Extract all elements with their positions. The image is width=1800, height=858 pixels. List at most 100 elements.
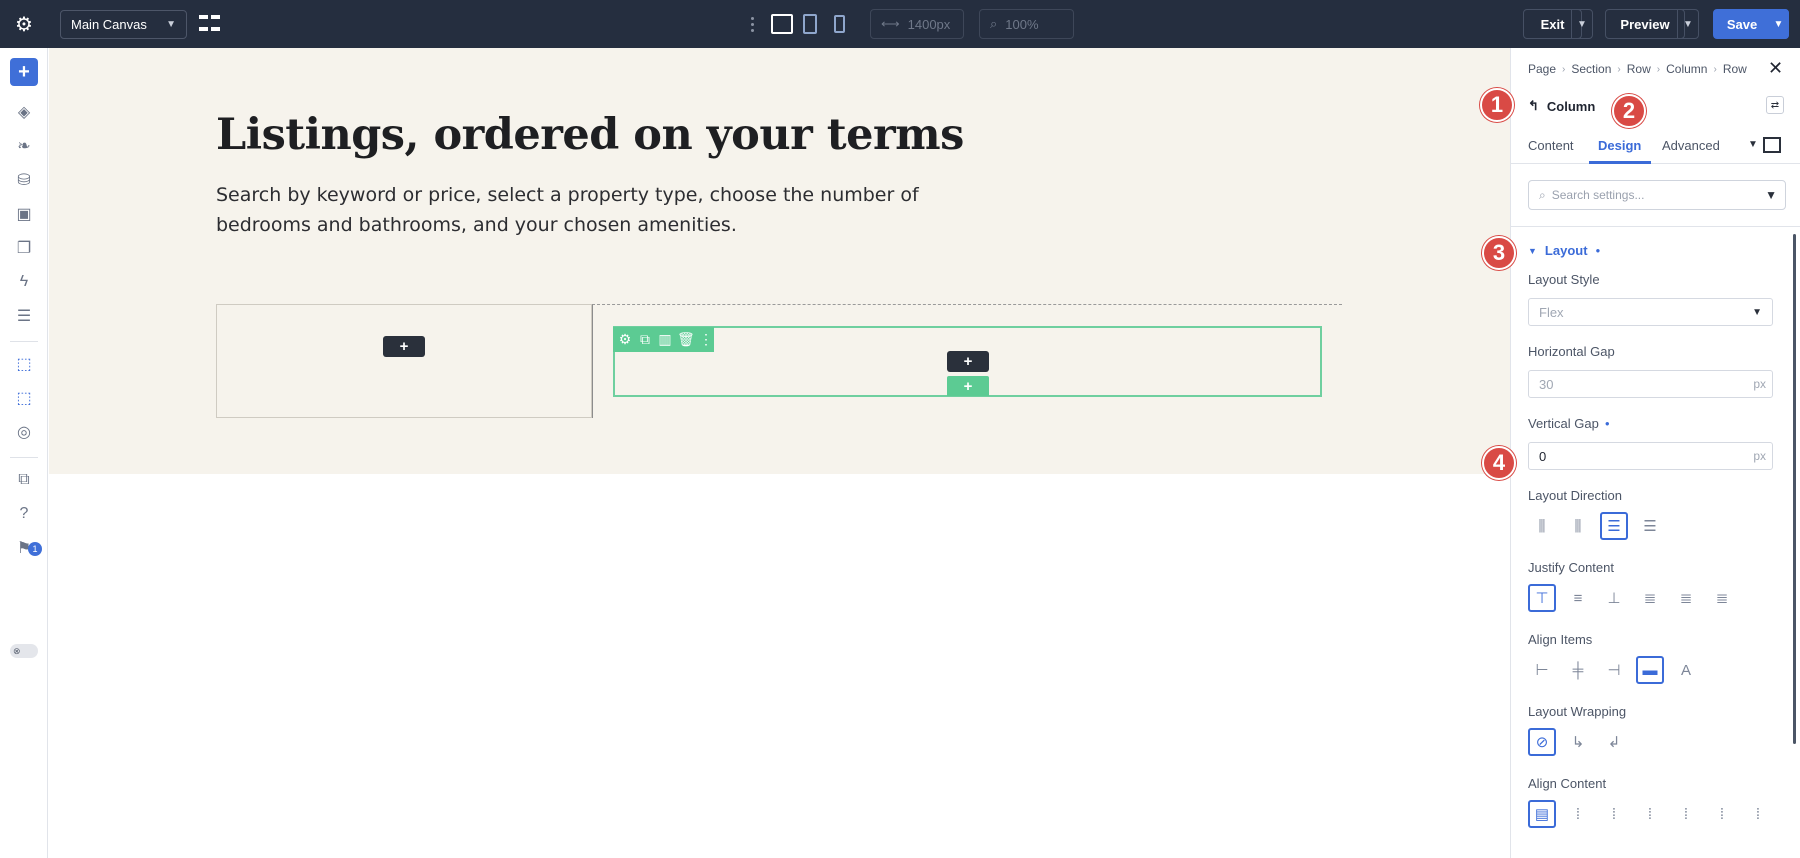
breadcrumb-row[interactable]: Row (1627, 62, 1651, 76)
direction-column-icon[interactable]: ☰ (1600, 512, 1628, 540)
justify-space-around-icon[interactable]: ≣ (1672, 584, 1700, 612)
align-baseline-icon[interactable]: A (1672, 656, 1700, 684)
width-resize-icon: ⟷ (881, 16, 900, 31)
row-delete-icon[interactable]: 🗑 (677, 331, 695, 348)
desktop-view-icon[interactable] (771, 14, 793, 34)
vertical-gap-input[interactable]: 0 px (1528, 442, 1773, 470)
tab-advanced[interactable]: Advanced (1662, 138, 1720, 153)
tab-design[interactable]: Design (1598, 138, 1641, 153)
tablet-view-icon[interactable] (803, 14, 817, 34)
filter-icon[interactable]: ▼ (1765, 188, 1777, 202)
hero-section[interactable]: Listings, ordered on your terms Search b… (49, 48, 1510, 474)
row-more-icon[interactable]: ⋮ (698, 331, 714, 348)
tab-content[interactable]: Content (1528, 138, 1574, 153)
phone-view-icon[interactable] (834, 15, 845, 33)
design-library-icon[interactable]: ❧ (12, 135, 36, 157)
add-module-button[interactable]: + (383, 336, 425, 357)
more-vertical-icon[interactable] (748, 14, 756, 34)
add-module-button[interactable]: + (947, 351, 989, 372)
direction-row-icon[interactable]: ⫼ (1528, 512, 1556, 540)
breadcrumb-column[interactable]: Column (1666, 62, 1707, 76)
align-content-around-icon[interactable]: ⁞ (1672, 800, 1700, 828)
notification-badge: 1 (28, 542, 42, 556)
presets-icon[interactable]: ☰ (12, 305, 36, 327)
layout-style-select[interactable]: Flex ▼ (1528, 298, 1773, 326)
layout-style-label: Layout Style (1528, 272, 1600, 287)
search-icon: ⌕ (1539, 187, 1546, 202)
hover-mode-icon[interactable]: ⬚ (12, 387, 36, 409)
pages-icon[interactable]: ❐ (12, 237, 36, 259)
panel-scrollbar[interactable] (1793, 234, 1796, 744)
tabs-dropdown-icon[interactable]: ▼ (1748, 139, 1758, 150)
top-toolbar: ⚙ Main Canvas ▼ ⟷ 1400px ⌕ 100% Exit ▼ P… (0, 0, 1800, 48)
modified-dot-icon: ● (1604, 419, 1610, 428)
dark-mode-toggle[interactable]: ⊗ (10, 644, 38, 658)
preset-box-icon[interactable] (1763, 137, 1781, 153)
row-columns-icon[interactable]: ▥ (657, 331, 673, 348)
preview-button[interactable]: Preview (1605, 9, 1685, 39)
row-settings-icon[interactable]: ⚙ (617, 331, 633, 348)
theme-builder-icon[interactable]: ▣ (12, 203, 36, 225)
modified-dot-icon: ● (1595, 246, 1601, 255)
database-icon[interactable]: ⛁ (12, 169, 36, 191)
preview-menu-chevron-icon[interactable]: ▼ (1677, 9, 1699, 39)
wrap-icon[interactable]: ↳ (1564, 728, 1592, 756)
help-icon[interactable]: ? (12, 503, 36, 525)
wrap-reverse-icon[interactable]: ↲ (1600, 728, 1628, 756)
justify-center-icon[interactable]: ≡ (1564, 584, 1592, 612)
click-mode-icon[interactable]: ⬚ (12, 353, 36, 375)
settings-search-input[interactable]: ⌕ Search settings... ▼ (1528, 180, 1786, 210)
exit-menu-chevron-icon[interactable]: ▼ (1571, 9, 1593, 39)
align-content-center-icon[interactable]: ⁞ (1564, 800, 1592, 828)
align-start-icon[interactable]: ⊢ (1528, 656, 1556, 684)
search-placeholder: Search settings... (1551, 188, 1645, 202)
align-content-end-icon[interactable]: ⁞ (1600, 800, 1628, 828)
align-center-icon[interactable]: ╪ (1564, 656, 1592, 684)
justify-end-icon[interactable]: ⊥ (1600, 584, 1628, 612)
row-duplicate-icon[interactable]: ⧉ (637, 331, 653, 348)
no-wrap-icon[interactable]: ⊘ (1528, 728, 1556, 756)
hero-heading[interactable]: Listings, ordered on your terms (216, 110, 964, 160)
settings-gear-icon[interactable]: ⚙ (13, 13, 35, 36)
canvas-width-field[interactable]: ⟷ 1400px (870, 9, 964, 39)
sidebar-divider (10, 341, 38, 342)
canvas-select[interactable]: Main Canvas ▼ (60, 10, 187, 39)
add-element-button[interactable]: + (10, 58, 38, 86)
horizontal-gap-unit[interactable]: px (1753, 377, 1766, 391)
align-content-between-icon[interactable]: ⁞ (1636, 800, 1664, 828)
direction-column-reverse-icon[interactable]: ☰ (1636, 512, 1664, 540)
align-content-stretch-icon[interactable]: ⁞ (1744, 800, 1772, 828)
justify-space-between-icon[interactable]: ≣ (1636, 584, 1664, 612)
align-content-evenly-icon[interactable]: ⁞ (1708, 800, 1736, 828)
back-arrow-icon[interactable]: ↰ (1528, 98, 1539, 114)
add-row-button[interactable]: + (947, 376, 989, 396)
breadcrumb-row-current[interactable]: Row (1723, 62, 1747, 76)
zoom-field[interactable]: ⌕ 100% (979, 9, 1074, 39)
align-content-start-icon[interactable]: ▤ (1528, 800, 1556, 828)
breadcrumb-page[interactable]: Page (1528, 62, 1556, 76)
canvas-select-value: Main Canvas (71, 17, 147, 32)
left-column[interactable] (216, 304, 592, 418)
element-header: ↰ Column (1528, 98, 1595, 114)
horizontal-gap-input[interactable]: 30 px (1528, 370, 1773, 398)
portability-icon[interactable]: ⧉ (12, 469, 36, 491)
save-menu-chevron-icon[interactable]: ▼ (1768, 9, 1789, 39)
justify-space-evenly-icon[interactable]: ≣ (1708, 584, 1736, 612)
direction-row-reverse-icon[interactable]: ⫼ (1564, 512, 1592, 540)
lightning-icon[interactable]: ϟ (12, 271, 36, 293)
vertical-gap-unit[interactable]: px (1753, 449, 1766, 463)
align-end-icon[interactable]: ⊣ (1600, 656, 1628, 684)
layout-style-value: Flex (1539, 304, 1564, 320)
breadcrumb-section[interactable]: Section (1571, 62, 1611, 76)
align-stretch-icon[interactable]: ▬ (1636, 656, 1664, 684)
layers-icon[interactable]: ◈ (12, 101, 36, 123)
justify-start-icon[interactable]: ⊤ (1528, 584, 1556, 612)
panel-options-icon[interactable]: ⇄ (1766, 96, 1784, 114)
layouts-grid-icon[interactable] (198, 12, 220, 34)
chevron-right-icon: › (1713, 63, 1717, 75)
visibility-mode-icon[interactable]: ◎ (12, 421, 36, 443)
element-title: Column (1546, 98, 1596, 114)
close-panel-icon[interactable]: ✕ (1768, 58, 1783, 79)
layout-section-toggle[interactable]: ▼ Layout ● (1528, 243, 1600, 258)
hero-description[interactable]: Search by keyword or price, select a pro… (216, 180, 1016, 240)
